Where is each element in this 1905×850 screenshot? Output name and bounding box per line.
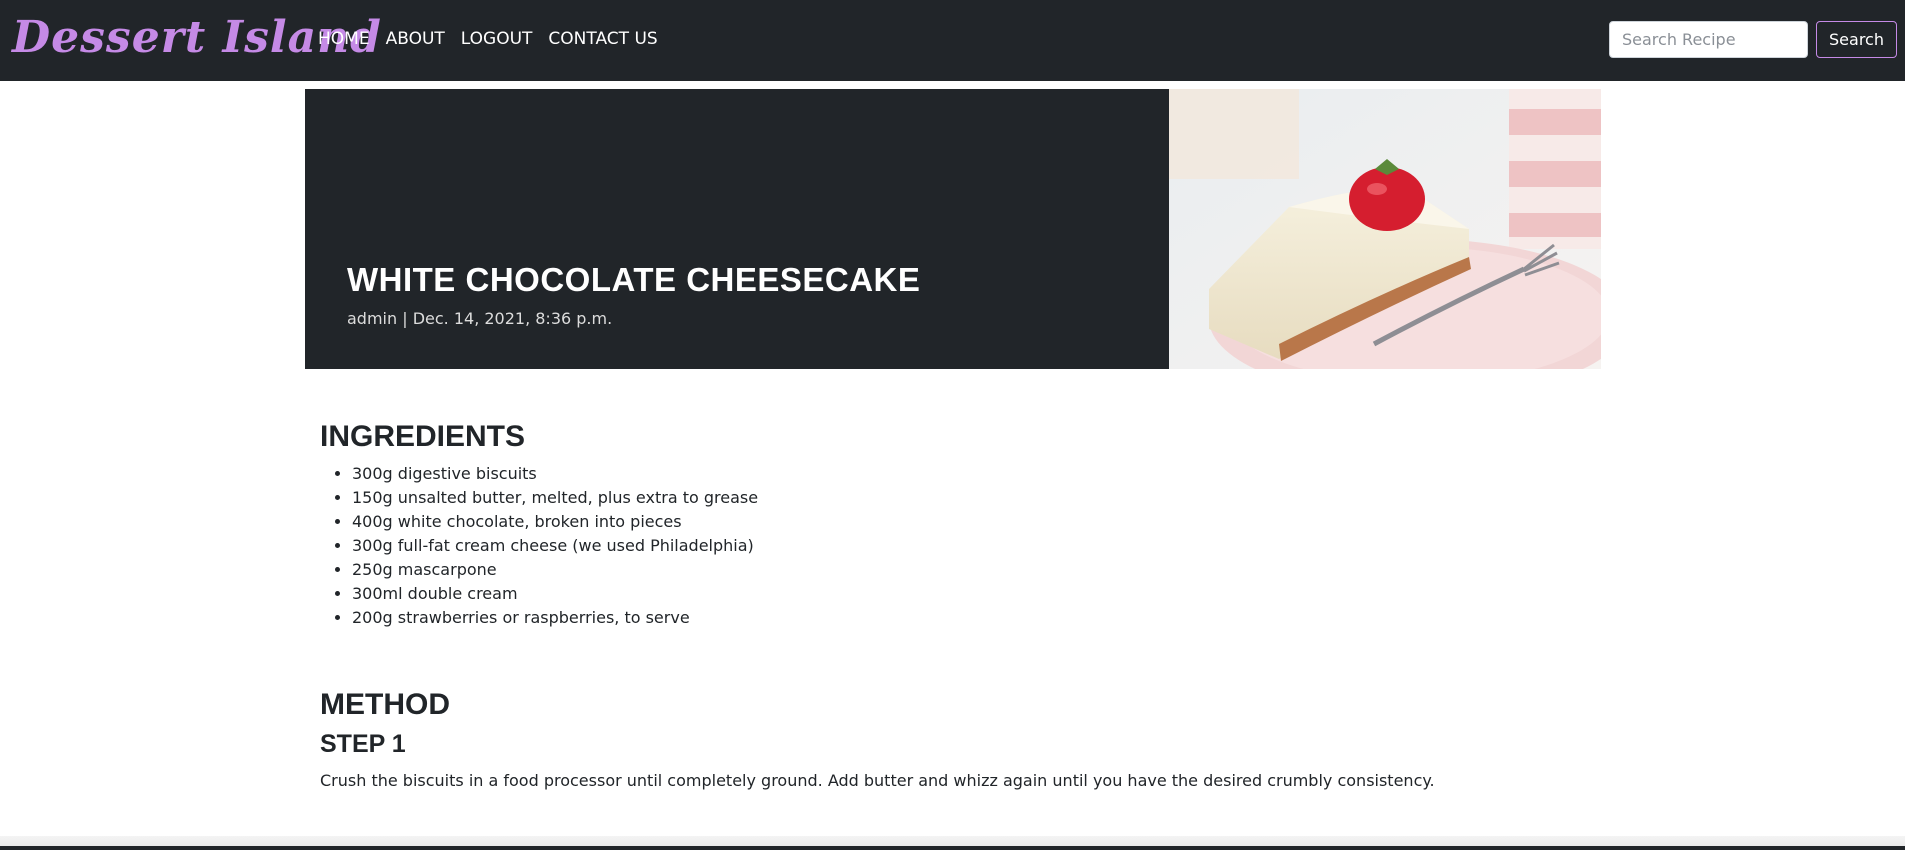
ingredient-item: 250g mascarpone xyxy=(352,558,1600,582)
ingredient-item: 400g white chocolate, broken into pieces xyxy=(352,510,1600,534)
nav-link-logout[interactable]: LOGOUT xyxy=(461,28,533,50)
nav-link-contact[interactable]: CONTACT US xyxy=(548,28,657,50)
cheesecake-photo xyxy=(1169,89,1601,369)
recipe-title: WHITE CHOCOLATE CHEESECAKE xyxy=(347,261,921,298)
step-1-text: Crush the biscuits in a food processor u… xyxy=(320,771,1435,790)
recipe-hero: WHITE CHOCOLATE CHEESECAKE admin | Dec. … xyxy=(305,89,1601,369)
recipe-meta: admin | Dec. 14, 2021, 8:36 p.m. xyxy=(347,309,613,328)
ingredients-list: 300g digestive biscuits 150g unsalted bu… xyxy=(320,462,1600,630)
footer-divider xyxy=(0,846,1905,850)
ingredient-item: 300ml double cream xyxy=(352,582,1600,606)
search-form: Search xyxy=(1609,21,1897,58)
recipe-content: INGREDIENTS 300g digestive biscuits 150g… xyxy=(320,420,1600,790)
recipe-image xyxy=(1169,89,1601,369)
method-heading: METHOD xyxy=(320,688,450,721)
ingredient-item: 300g digestive biscuits xyxy=(352,462,1600,486)
step-1-heading: STEP 1 xyxy=(320,730,406,758)
navbar: Dessert Island HOME ABOUT LOGOUT CONTACT… xyxy=(0,0,1905,81)
search-input[interactable] xyxy=(1609,21,1808,58)
ingredients-heading: INGREDIENTS xyxy=(320,420,526,453)
hero-text-panel: WHITE CHOCOLATE CHEESECAKE admin | Dec. … xyxy=(305,89,1169,369)
nav-link-home[interactable]: HOME xyxy=(318,28,370,50)
nav-link-about[interactable]: ABOUT xyxy=(386,28,445,50)
nav-links: HOME ABOUT LOGOUT CONTACT US xyxy=(318,28,658,50)
ingredient-item: 300g full-fat cream cheese (we used Phil… xyxy=(352,534,1600,558)
ingredient-item: 200g strawberries or raspberries, to ser… xyxy=(352,606,1600,630)
ingredient-item: 150g unsalted butter, melted, plus extra… xyxy=(352,486,1600,510)
search-button[interactable]: Search xyxy=(1816,21,1897,58)
